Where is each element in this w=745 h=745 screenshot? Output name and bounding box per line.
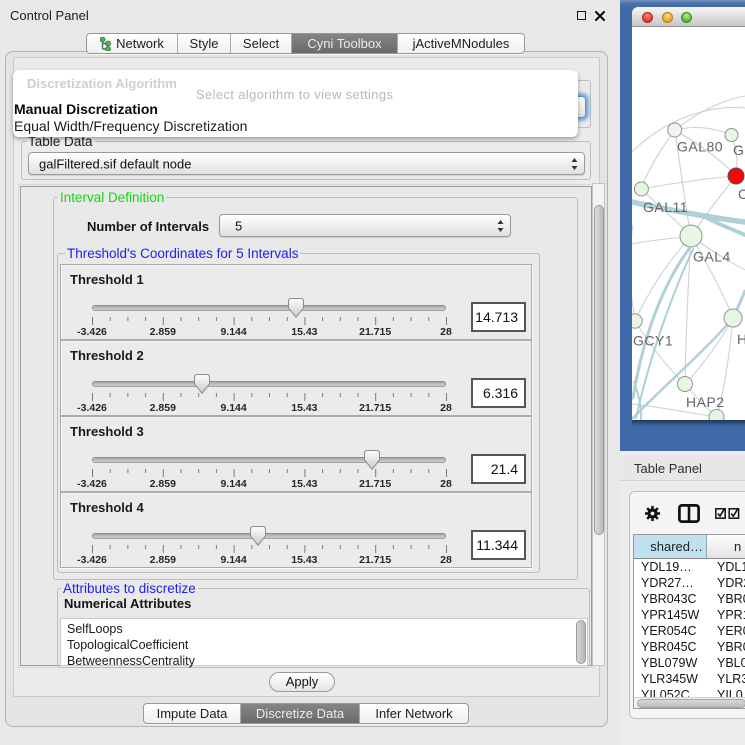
svg-text:GAL80: GAL80 (677, 139, 723, 155)
svg-text:GCY1: GCY1 (633, 333, 673, 349)
svg-text:H: H (737, 331, 745, 347)
svg-text:HAP2: HAP2 (686, 394, 725, 410)
svg-text:C: C (738, 186, 745, 202)
svg-text:GAL11: GAL11 (643, 199, 688, 215)
svg-text:G: G (733, 142, 744, 158)
svg-text:GAL4: GAL4 (693, 249, 731, 265)
